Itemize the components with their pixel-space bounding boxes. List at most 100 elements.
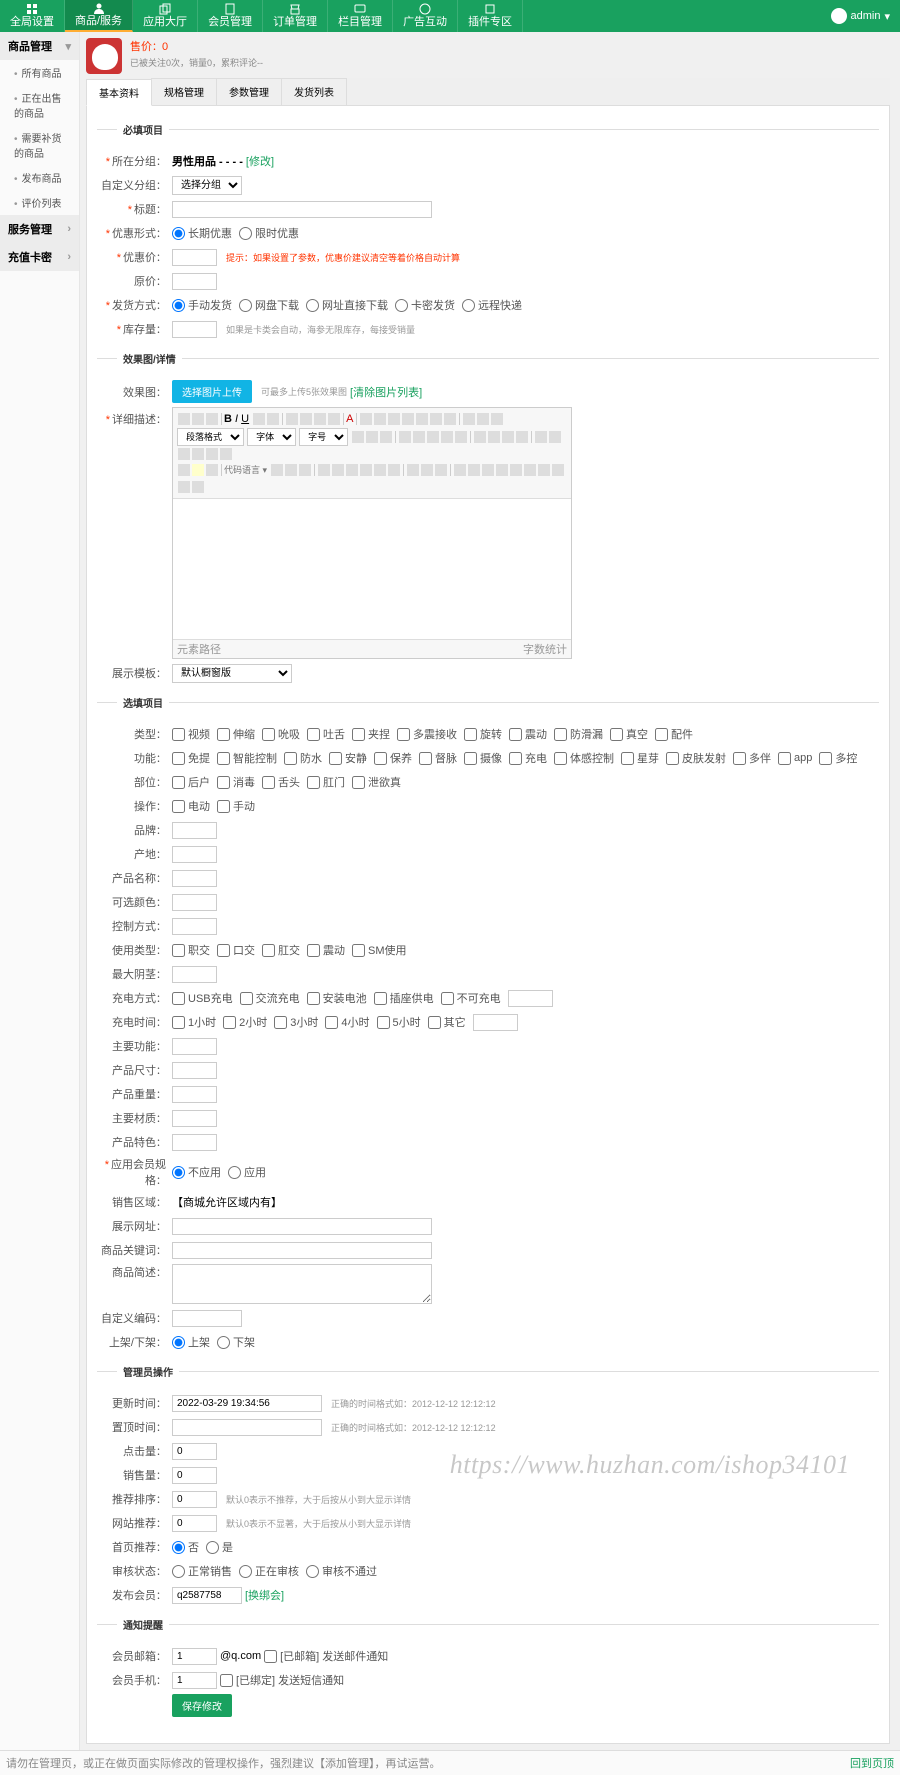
nav-plugins[interactable]: 插件专区: [458, 0, 523, 32]
hits-input[interactable]: [172, 1443, 217, 1460]
stock-input[interactable]: [172, 321, 217, 338]
template-select[interactable]: 默认橱窗版: [172, 664, 292, 683]
feat-opts-3[interactable]: 安静: [329, 750, 367, 766]
site-recommend-input[interactable]: [172, 1515, 217, 1532]
tab-param[interactable]: 参数管理: [216, 78, 282, 105]
sidebar-item-restock[interactable]: 需要补货的商品: [0, 125, 79, 165]
nav-apps[interactable]: 应用大厅: [133, 0, 198, 32]
use-opts-2[interactable]: 肛交: [262, 942, 300, 958]
part-opts-0[interactable]: 后户: [172, 774, 210, 790]
title-input[interactable]: [172, 201, 432, 218]
brand-input[interactable]: [172, 822, 217, 839]
use-opts-0[interactable]: 职交: [172, 942, 210, 958]
use-opts-3[interactable]: 震动: [307, 942, 345, 958]
nav-orders[interactable]: 订单管理: [263, 0, 328, 32]
tab-spec[interactable]: 规格管理: [151, 78, 217, 105]
feat-opts-0[interactable]: 免提: [172, 750, 210, 766]
charge-opts-0[interactable]: USB充电: [172, 990, 233, 1006]
feat-opts-12[interactable]: app: [778, 752, 812, 765]
mprice-on[interactable]: 应用: [228, 1164, 266, 1180]
custom-group-select[interactable]: 选择分组: [172, 176, 242, 195]
edit-category-link[interactable]: [修改]: [246, 153, 274, 169]
sidebar-item-selling[interactable]: 正在出售的商品: [0, 85, 79, 125]
ctrl-input[interactable]: [172, 918, 217, 935]
audit-normal[interactable]: 正常销售: [172, 1563, 232, 1579]
upload-image-button[interactable]: 选择图片上传: [172, 380, 252, 403]
type-opts-9[interactable]: 真空: [610, 726, 648, 742]
pfeat-input[interactable]: [172, 1134, 217, 1151]
promo-long[interactable]: 长期优惠: [172, 225, 232, 241]
maxdia-input[interactable]: [172, 966, 217, 983]
type-opts-3[interactable]: 吐舌: [307, 726, 345, 742]
feat-opts-1[interactable]: 智能控制: [217, 750, 277, 766]
charge-opts-2[interactable]: 安装电池: [307, 990, 367, 1006]
charge-opts-1[interactable]: 交流充电: [240, 990, 300, 1006]
sms-notify-check[interactable]: [已绑定] 发送短信通知: [220, 1672, 344, 1688]
side-group-cards[interactable]: 充值卡密›: [0, 243, 79, 271]
feat-opts-4[interactable]: 保养: [374, 750, 412, 766]
type-opts-10[interactable]: 配件: [655, 726, 693, 742]
desc-textarea[interactable]: [172, 1264, 432, 1304]
clear-images-link[interactable]: [清除图片列表]: [350, 384, 422, 400]
editor-body[interactable]: [173, 499, 571, 639]
feat-opts-6[interactable]: 摄像: [464, 750, 502, 766]
type-opts-5[interactable]: 多震接收: [397, 726, 457, 742]
feat-opts-13[interactable]: 多控: [819, 750, 857, 766]
promo-price-input[interactable]: [172, 249, 217, 266]
sidebar-item-reviews[interactable]: 评价列表: [0, 190, 79, 215]
op-opts-1[interactable]: 手动: [217, 798, 255, 814]
feat-opts-11[interactable]: 多伴: [733, 750, 771, 766]
shelf-off[interactable]: 下架: [217, 1334, 255, 1350]
nav-columns[interactable]: 栏目管理: [328, 0, 393, 32]
charge-opts-3[interactable]: 插座供电: [374, 990, 434, 1006]
tab-basic[interactable]: 基本资料: [86, 79, 152, 106]
front-no[interactable]: 否: [172, 1539, 199, 1555]
update-time-input[interactable]: [172, 1395, 322, 1412]
type-opts-7[interactable]: 震动: [509, 726, 547, 742]
nav-global[interactable]: 全局设置: [0, 0, 65, 32]
feat-opts-7[interactable]: 充电: [509, 750, 547, 766]
ship-card[interactable]: 卡密发货: [395, 297, 455, 313]
promo-limited[interactable]: 限时优惠: [239, 225, 299, 241]
part-opts-3[interactable]: 肛门: [307, 774, 345, 790]
save-button[interactable]: 保存修改: [172, 1694, 232, 1717]
mfunc-input[interactable]: [172, 1038, 217, 1055]
ship-url[interactable]: 网址直接下载: [306, 297, 388, 313]
feat-opts-9[interactable]: 星芽: [621, 750, 659, 766]
shelf-on[interactable]: 上架: [172, 1334, 210, 1350]
back-to-top-link[interactable]: 回到页顶: [850, 1755, 894, 1771]
mmat-input[interactable]: [172, 1110, 217, 1127]
ship-netdisk[interactable]: 网盘下载: [239, 297, 299, 313]
user-menu[interactable]: admin ▾: [831, 8, 891, 24]
sales-input[interactable]: [172, 1467, 217, 1484]
ctime-opts-0[interactable]: 1小时: [172, 1014, 216, 1030]
tab-ship[interactable]: 发货列表: [281, 78, 347, 105]
recommend-order-input[interactable]: [172, 1491, 217, 1508]
part-opts-1[interactable]: 消毒: [217, 774, 255, 790]
feat-opts-8[interactable]: 体感控制: [554, 750, 614, 766]
feat-opts-5[interactable]: 督脉: [419, 750, 457, 766]
nav-products[interactable]: 商品/服务: [65, 0, 133, 32]
op-opts-0[interactable]: 电动: [172, 798, 210, 814]
pname-input[interactable]: [172, 870, 217, 887]
mail-notify-check[interactable]: [已邮箱] 发送邮件通知: [264, 1648, 388, 1664]
type-opts-6[interactable]: 旋转: [464, 726, 502, 742]
audit-pending[interactable]: 正在审核: [239, 1563, 299, 1579]
nav-members[interactable]: 会员管理: [198, 0, 263, 32]
ctime-opts-2[interactable]: 3小时: [274, 1014, 318, 1030]
charge-opts-extra[interactable]: [508, 990, 553, 1007]
ctime-opts-extra[interactable]: [473, 1014, 518, 1031]
sidebar-item-publish[interactable]: 发布商品: [0, 165, 79, 190]
ctime-opts-3[interactable]: 4小时: [325, 1014, 369, 1030]
orig-price-input[interactable]: [172, 273, 217, 290]
sticky-time-input[interactable]: [172, 1419, 322, 1436]
color-input[interactable]: [172, 894, 217, 911]
charge-opts-4[interactable]: 不可充电: [441, 990, 501, 1006]
type-opts-2[interactable]: 吮吸: [262, 726, 300, 742]
custom-code-input[interactable]: [172, 1310, 242, 1327]
psize-input[interactable]: [172, 1062, 217, 1079]
type-opts-4[interactable]: 夹捏: [352, 726, 390, 742]
change-publisher-link[interactable]: [换绑会]: [245, 1587, 284, 1603]
type-opts-1[interactable]: 伸缩: [217, 726, 255, 742]
part-opts-4[interactable]: 泄欲真: [352, 774, 401, 790]
